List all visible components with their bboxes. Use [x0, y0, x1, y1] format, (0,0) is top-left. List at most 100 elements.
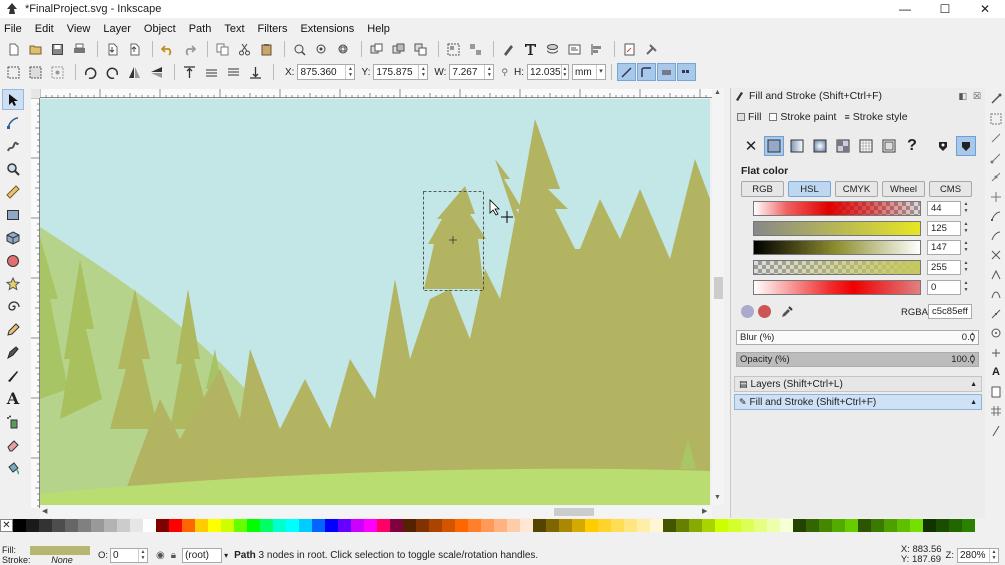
- open-button[interactable]: [26, 40, 44, 58]
- palette-swatch[interactable]: [689, 519, 702, 532]
- raise-button[interactable]: [202, 63, 220, 81]
- palette-swatch[interactable]: [585, 519, 598, 532]
- palette-swatch[interactable]: [546, 519, 559, 532]
- palette-swatch[interactable]: [780, 519, 793, 532]
- alpha-slider[interactable]: [753, 260, 921, 275]
- palette-swatch[interactable]: [923, 519, 936, 532]
- opacity-spin-arrows[interactable]: ▲ ▼: [970, 353, 975, 367]
- blur-spin-arrows[interactable]: ▲ ▼: [970, 331, 975, 345]
- palette-swatch[interactable]: [260, 519, 273, 532]
- fill-rule-evenodd-button[interactable]: [933, 136, 953, 156]
- lower-button[interactable]: [224, 63, 242, 81]
- palette-swatch[interactable]: [169, 519, 182, 532]
- palette-swatch[interactable]: [299, 519, 312, 532]
- palette-swatch[interactable]: [884, 519, 897, 532]
- lower-to-bottom-button[interactable]: [246, 63, 264, 81]
- palette-swatch[interactable]: [806, 519, 819, 532]
- snap-text-baseline-button[interactable]: A: [988, 364, 1004, 380]
- copy-button[interactable]: [213, 40, 231, 58]
- save-button[interactable]: [48, 40, 66, 58]
- palette-swatch[interactable]: [637, 519, 650, 532]
- palette-swatch[interactable]: [845, 519, 858, 532]
- palette-swatch[interactable]: [234, 519, 247, 532]
- palette-swatch[interactable]: [611, 519, 624, 532]
- snap-object-centers-button[interactable]: [988, 325, 1004, 341]
- eye-icon[interactable]: ◉: [156, 550, 165, 561]
- palette-swatch[interactable]: [819, 519, 832, 532]
- import-button[interactable]: [103, 40, 121, 58]
- saturation-value[interactable]: 125: [927, 221, 961, 236]
- palette-swatch[interactable]: [949, 519, 962, 532]
- menu-extensions[interactable]: Extensions: [300, 23, 354, 35]
- snap-intersections-button[interactable]: [988, 247, 1004, 263]
- palette-swatch[interactable]: [13, 519, 26, 532]
- palette-swatch[interactable]: [130, 519, 143, 532]
- palette-swatch[interactable]: [962, 519, 975, 532]
- swatch-button[interactable]: [879, 136, 899, 156]
- palette-swatch[interactable]: [624, 519, 637, 532]
- h-spin-arrows[interactable]: ▲ ▼: [560, 65, 568, 79]
- hue-spin-arrows[interactable]: ▲ ▼: [962, 201, 970, 216]
- palette-swatch[interactable]: [507, 519, 520, 532]
- new-document-button[interactable]: [4, 40, 22, 58]
- menu-path[interactable]: Path: [189, 23, 212, 35]
- deselect-button[interactable]: [48, 63, 66, 81]
- y-spin-arrows[interactable]: ▲ ▼: [418, 65, 427, 79]
- palette-swatch[interactable]: [403, 519, 416, 532]
- mode-wheel-tab[interactable]: Wheel: [882, 181, 925, 197]
- snap-paths-button[interactable]: [988, 228, 1004, 244]
- flip-horizontal-button[interactable]: [125, 63, 143, 81]
- palette-swatch[interactable]: [208, 519, 221, 532]
- scale-corners-toggle[interactable]: [637, 63, 656, 81]
- pattern-button[interactable]: [856, 136, 876, 156]
- fill-stroke-indicator[interactable]: None: [30, 545, 94, 565]
- palette-swatch[interactable]: [754, 519, 767, 532]
- palette-swatch[interactable]: [728, 519, 741, 532]
- spray-tool[interactable]: [2, 411, 24, 432]
- palette-swatch[interactable]: [104, 519, 117, 532]
- horizontal-scroll-thumb[interactable]: [554, 508, 594, 516]
- document-properties-button[interactable]: [620, 40, 638, 58]
- palette-swatch[interactable]: [117, 519, 130, 532]
- close-button[interactable]: ✕: [965, 0, 1005, 18]
- palette-swatch[interactable]: [572, 519, 585, 532]
- duplicate-button[interactable]: [367, 40, 385, 58]
- radial-gradient-button[interactable]: [810, 136, 830, 156]
- palette-swatch[interactable]: [650, 519, 663, 532]
- text-tool[interactable]: A: [2, 388, 24, 409]
- mode-cmyk-tab[interactable]: CMYK: [835, 181, 878, 197]
- palette-swatch[interactable]: [156, 519, 169, 532]
- zoom-selection-button[interactable]: [290, 40, 308, 58]
- palette-swatch[interactable]: [455, 519, 468, 532]
- vertical-scrollbar[interactable]: ▲ ▼: [712, 89, 724, 505]
- scroll-right-arrow[interactable]: ▶: [702, 507, 707, 515]
- minimize-button[interactable]: —: [885, 0, 925, 18]
- palette-swatch[interactable]: [364, 519, 377, 532]
- menu-view[interactable]: View: [67, 23, 91, 35]
- tab-fill[interactable]: Fill: [737, 111, 761, 123]
- group-button[interactable]: [444, 40, 462, 58]
- palette-swatch[interactable]: [351, 519, 364, 532]
- unit-select[interactable]: mm ▾: [572, 64, 606, 80]
- menu-object[interactable]: Object: [144, 23, 176, 35]
- palette-swatch[interactable]: [377, 519, 390, 532]
- palette-swatch[interactable]: [429, 519, 442, 532]
- chevron-down-icon[interactable]: ▾: [224, 551, 228, 560]
- palette-swatch[interactable]: [195, 519, 208, 532]
- selector-tool[interactable]: [2, 89, 24, 110]
- snap-grid-button[interactable]: [988, 403, 1004, 419]
- pencil-tool[interactable]: [2, 319, 24, 340]
- lock-icon[interactable]: ⚲: [501, 67, 508, 78]
- zoom-field[interactable]: 280% ▲ ▼: [957, 547, 999, 563]
- w-spin-arrows[interactable]: ▲ ▼: [484, 65, 493, 79]
- node-tool[interactable]: [2, 112, 24, 133]
- drawing-canvas[interactable]: [40, 99, 710, 505]
- scroll-up-arrow[interactable]: ▲: [714, 89, 721, 96]
- maximize-button[interactable]: ☐: [925, 0, 965, 18]
- snap-cusp-nodes-button[interactable]: [988, 267, 1004, 283]
- snap-smooth-nodes-button[interactable]: [988, 286, 1004, 302]
- print-button[interactable]: [70, 40, 88, 58]
- blur-slider[interactable]: Blur (%) 0.0: [736, 330, 979, 345]
- status-opacity-spin[interactable]: ▲ ▼: [138, 548, 147, 562]
- horizontal-ruler[interactable]: [39, 89, 712, 98]
